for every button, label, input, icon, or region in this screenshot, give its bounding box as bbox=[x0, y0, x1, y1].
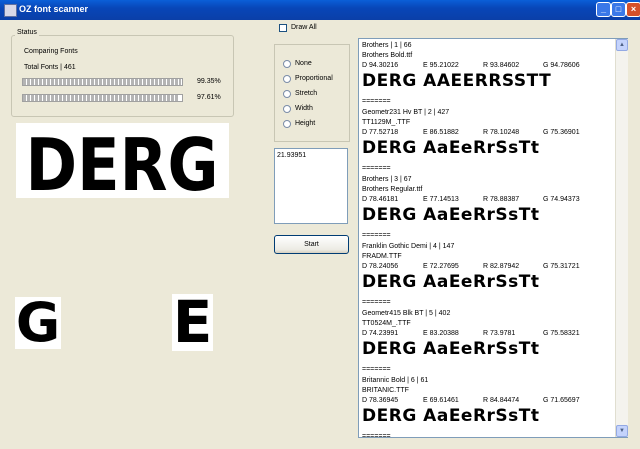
score-value: 21.93951 bbox=[277, 152, 307, 159]
result-separator: ======= bbox=[362, 299, 391, 306]
result-g-score: G 75.58321 bbox=[543, 330, 580, 337]
glyph-e-preview: E bbox=[172, 294, 213, 351]
result-sample: DERG AaEeRrSsTt bbox=[362, 138, 540, 158]
result-file: Brothers Regular.ttf bbox=[362, 186, 423, 193]
radio-width[interactable] bbox=[283, 105, 291, 113]
result-r-score: R 82.87942 bbox=[483, 263, 520, 270]
result-file: FRADM.TTF bbox=[362, 253, 402, 260]
result-g-score: G 71.65697 bbox=[543, 397, 580, 404]
result-file: BRITANIC.TTF bbox=[362, 387, 409, 394]
result-sample: DERG AaEeRrSsTt bbox=[362, 272, 540, 292]
result-entry[interactable]: Brothers | 3 | 67 Brothers Regular.ttf D 7… bbox=[362, 176, 612, 242]
result-r-score: R 84.84474 bbox=[483, 397, 520, 404]
result-d-score: D 77.52718 bbox=[362, 129, 399, 136]
result-file: Brothers Bold.ttf bbox=[362, 52, 413, 59]
scroll-down-button[interactable]: ▼ bbox=[616, 425, 628, 437]
result-g-score: G 75.31721 bbox=[543, 263, 580, 270]
result-e-score: E 69.61461 bbox=[423, 397, 459, 404]
result-e-score: E 95.21022 bbox=[423, 62, 459, 69]
glyph-g-preview: G bbox=[15, 297, 61, 349]
radio-stretch-label: Stretch bbox=[295, 90, 318, 97]
radio-stretch[interactable] bbox=[283, 90, 291, 98]
close-button[interactable]: × bbox=[626, 2, 640, 17]
result-file: TT0524M_.TTF bbox=[362, 320, 411, 327]
result-sample: DERG AAEERRSSTT bbox=[362, 71, 552, 91]
result-sample: DERG AaEeRrSsTt bbox=[362, 205, 540, 225]
result-d-score: D 74.23991 bbox=[362, 330, 399, 337]
title-bar: OZ font scanner _ □ × bbox=[0, 0, 640, 20]
result-header: Brothers | 3 | 67 bbox=[362, 176, 412, 183]
radio-height-label: Height bbox=[295, 120, 316, 127]
preview-image: DERG bbox=[16, 123, 229, 207]
comparing-label: Comparing Fonts bbox=[24, 48, 78, 55]
result-g-score: G 74.94373 bbox=[543, 196, 580, 203]
result-d-score: D 78.24056 bbox=[362, 263, 399, 270]
scroll-up-button[interactable]: ▲ bbox=[616, 39, 628, 51]
progress-fill-1 bbox=[23, 79, 181, 85]
result-e-score: E 86.51882 bbox=[423, 129, 459, 136]
result-separator: ======= bbox=[362, 366, 391, 373]
result-header: Geometr231 Hv BT | 2 | 427 bbox=[362, 109, 450, 116]
result-separator: ======= bbox=[362, 232, 391, 239]
preview-word: DERG bbox=[26, 123, 219, 207]
result-r-score: R 93.84602 bbox=[483, 62, 520, 69]
result-d-score: D 94.30216 bbox=[362, 62, 399, 69]
result-header: Britannic Bold | 6 | 61 bbox=[362, 377, 429, 384]
result-g-score: G 94.78606 bbox=[543, 62, 580, 69]
results-scrollbar[interactable]: ▲ ▼ bbox=[615, 39, 628, 437]
progress-1-label: 99.35% bbox=[197, 78, 221, 85]
progress-2-label: 97.61% bbox=[197, 94, 221, 101]
result-header: Geometr415 Blk BT | 5 | 402 bbox=[362, 310, 451, 317]
result-entry[interactable]: Britannic Bold | 6 | 61 BRITANIC.TTF D 78.… bbox=[362, 377, 612, 437]
result-d-score: D 78.46181 bbox=[362, 196, 399, 203]
result-r-score: R 78.88387 bbox=[483, 196, 520, 203]
result-entry[interactable]: Franklin Gothic Demi | 4 | 147 FRADM.TTF D… bbox=[362, 243, 612, 309]
result-entry[interactable]: Geometr231 Hv BT | 2 | 427 TT1129M_.TTF D … bbox=[362, 109, 612, 175]
progress-fill-2 bbox=[23, 95, 179, 101]
preview-word-text: DERG bbox=[26, 123, 219, 198]
score-textbox[interactable] bbox=[274, 148, 348, 224]
window-title: OZ font scanner bbox=[19, 4, 89, 14]
result-sample: DERG AaEeRrSsTt bbox=[362, 339, 540, 359]
start-button[interactable]: Start bbox=[274, 235, 349, 254]
radio-height[interactable] bbox=[283, 120, 291, 128]
results-list[interactable]: Brothers | 1 | 66 Brothers Bold.ttf D 94.3… bbox=[358, 38, 628, 438]
result-e-score: E 77.14513 bbox=[423, 196, 459, 203]
result-g-score: G 75.36901 bbox=[543, 129, 580, 136]
result-entry[interactable]: Brothers | 1 | 66 Brothers Bold.ttf D 94.3… bbox=[362, 42, 612, 108]
result-r-score: R 73.9781 bbox=[483, 330, 516, 337]
result-e-score: E 83.20388 bbox=[423, 330, 459, 337]
result-d-score: D 78.36945 bbox=[362, 397, 399, 404]
result-file: TT1129M_.TTF bbox=[362, 119, 411, 126]
progress-bar-2 bbox=[22, 94, 183, 102]
progress-bar-1 bbox=[22, 78, 183, 86]
radio-proportional-label: Proportional bbox=[295, 75, 333, 82]
radio-proportional[interactable] bbox=[283, 75, 291, 83]
result-entry[interactable]: Geometr415 Blk BT | 5 | 402 TT0524M_.TTF D… bbox=[362, 310, 612, 376]
result-r-score: R 78.10248 bbox=[483, 129, 520, 136]
result-separator: ======= bbox=[362, 433, 391, 438]
radio-width-label: Width bbox=[295, 105, 313, 112]
status-group-label: Status bbox=[15, 29, 39, 36]
result-separator: ======= bbox=[362, 98, 391, 105]
total-fonts-label: Total Fonts | 461 bbox=[24, 64, 76, 71]
draw-all-label: Draw All bbox=[291, 24, 317, 31]
result-sample: DERG AaEeRrSsTt bbox=[362, 406, 540, 426]
minimize-button[interactable]: _ bbox=[596, 2, 611, 17]
result-header: Brothers | 1 | 66 bbox=[362, 42, 412, 49]
radio-none[interactable] bbox=[283, 60, 291, 68]
radio-none-label: None bbox=[295, 60, 312, 67]
maximize-button[interactable]: □ bbox=[611, 2, 626, 17]
result-e-score: E 72.27695 bbox=[423, 263, 459, 270]
result-header: Franklin Gothic Demi | 4 | 147 bbox=[362, 243, 455, 250]
result-separator: ======= bbox=[362, 165, 391, 172]
draw-all-checkbox[interactable] bbox=[279, 24, 287, 32]
app-icon bbox=[4, 4, 17, 17]
